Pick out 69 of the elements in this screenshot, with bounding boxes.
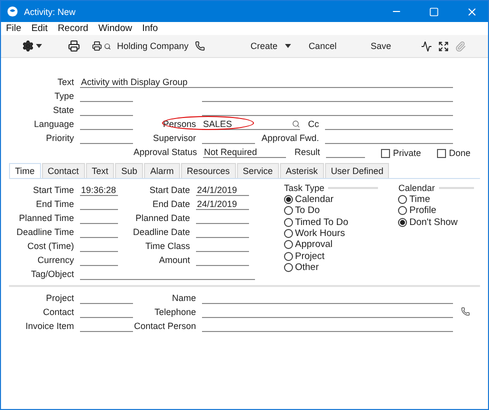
menu-item[interactable]: Window — [98, 23, 132, 34]
menu-item[interactable]: Record — [58, 23, 88, 34]
field-label: Deadline Date — [132, 227, 190, 238]
input-field[interactable]: SALES — [202, 119, 300, 130]
checkbox-label: Done — [449, 148, 471, 158]
field-label: Result — [293, 147, 320, 158]
window-title: Activity: New — [24, 6, 77, 16]
field-label: Invoice Item — [24, 321, 74, 332]
tab[interactable]: User Defined — [324, 163, 390, 178]
checkbox-label: Private — [393, 148, 422, 158]
radio-label: Time — [409, 194, 430, 206]
field-label: Language — [32, 119, 74, 130]
menu-item[interactable]: Edit — [31, 23, 48, 34]
field-label: Contact Person — [133, 321, 196, 332]
radio-label: Profile — [409, 205, 436, 216]
field-label: Persons — [162, 119, 196, 130]
field-label: State — [52, 105, 74, 116]
radio-label: Don't Show — [409, 216, 458, 228]
input-field[interactable]: Activity with Display Group — [80, 77, 453, 88]
field-label: End Date — [151, 199, 190, 210]
company-button[interactable]: Holding Company — [114, 41, 192, 51]
field-label: Deadline Time — [15, 227, 74, 238]
menu-item[interactable]: Info — [142, 23, 158, 34]
input-field[interactable]: 24/1/2019 — [196, 185, 249, 196]
tab[interactable]: Time — [9, 163, 41, 178]
save-button[interactable]: Save — [368, 41, 394, 51]
tab[interactable]: Contact — [42, 163, 85, 178]
field-label: Supervisor — [152, 133, 196, 144]
field-label: Cc — [307, 119, 319, 130]
radio-label: Timed To Do — [295, 216, 348, 228]
field-label: Telephone — [153, 307, 196, 318]
input-field[interactable]: Not Required — [203, 147, 286, 158]
tab[interactable]: Text — [86, 163, 114, 178]
field-label: Name — [170, 293, 196, 304]
group-title: Calendar — [398, 183, 435, 193]
field-label: Contact — [42, 307, 74, 318]
field-label: Amount — [158, 255, 190, 266]
field-label: Text — [56, 77, 74, 88]
field-label: Project — [44, 293, 74, 304]
tab[interactable]: Asterisk — [280, 163, 324, 178]
field-label: Type — [53, 91, 74, 102]
field-label: Planned Time — [18, 213, 74, 224]
tab[interactable]: Service — [236, 163, 279, 178]
tab[interactable]: Sub — [115, 163, 144, 178]
field-label: Planned Date — [134, 213, 190, 224]
input-field[interactable]: 24/1/2019 — [196, 199, 249, 210]
field-label: Time Class — [144, 241, 190, 252]
radio-label: Work Hours — [295, 228, 345, 240]
create-button[interactable]: Create — [248, 41, 294, 51]
field-label: Approval Fwd. — [260, 133, 319, 144]
radio-label: Other — [295, 262, 319, 273]
tab[interactable]: Alarm — [144, 163, 180, 178]
field-label: Priority — [44, 133, 74, 144]
field-label: Start Time — [32, 185, 74, 196]
field-label: End Time — [34, 199, 74, 210]
radio-label: Project — [295, 250, 325, 262]
field-label: Start Date — [148, 185, 190, 196]
radio-label: Calendar — [295, 194, 334, 206]
tab[interactable]: Resources — [180, 163, 236, 178]
field-label: Cost (Time) — [26, 241, 74, 252]
cancel-button[interactable]: Cancel — [306, 41, 340, 51]
radio-label: Approval — [295, 239, 332, 250]
field-label: Tag/Object — [30, 269, 74, 280]
field-label: Currency — [36, 255, 74, 266]
menu-item[interactable]: File — [6, 23, 22, 34]
group-title: Task Type — [284, 183, 324, 193]
input-field[interactable]: 19:36:28 — [80, 185, 118, 196]
field-label: Approval Status — [132, 147, 197, 158]
radio-label: To Do — [295, 205, 320, 216]
